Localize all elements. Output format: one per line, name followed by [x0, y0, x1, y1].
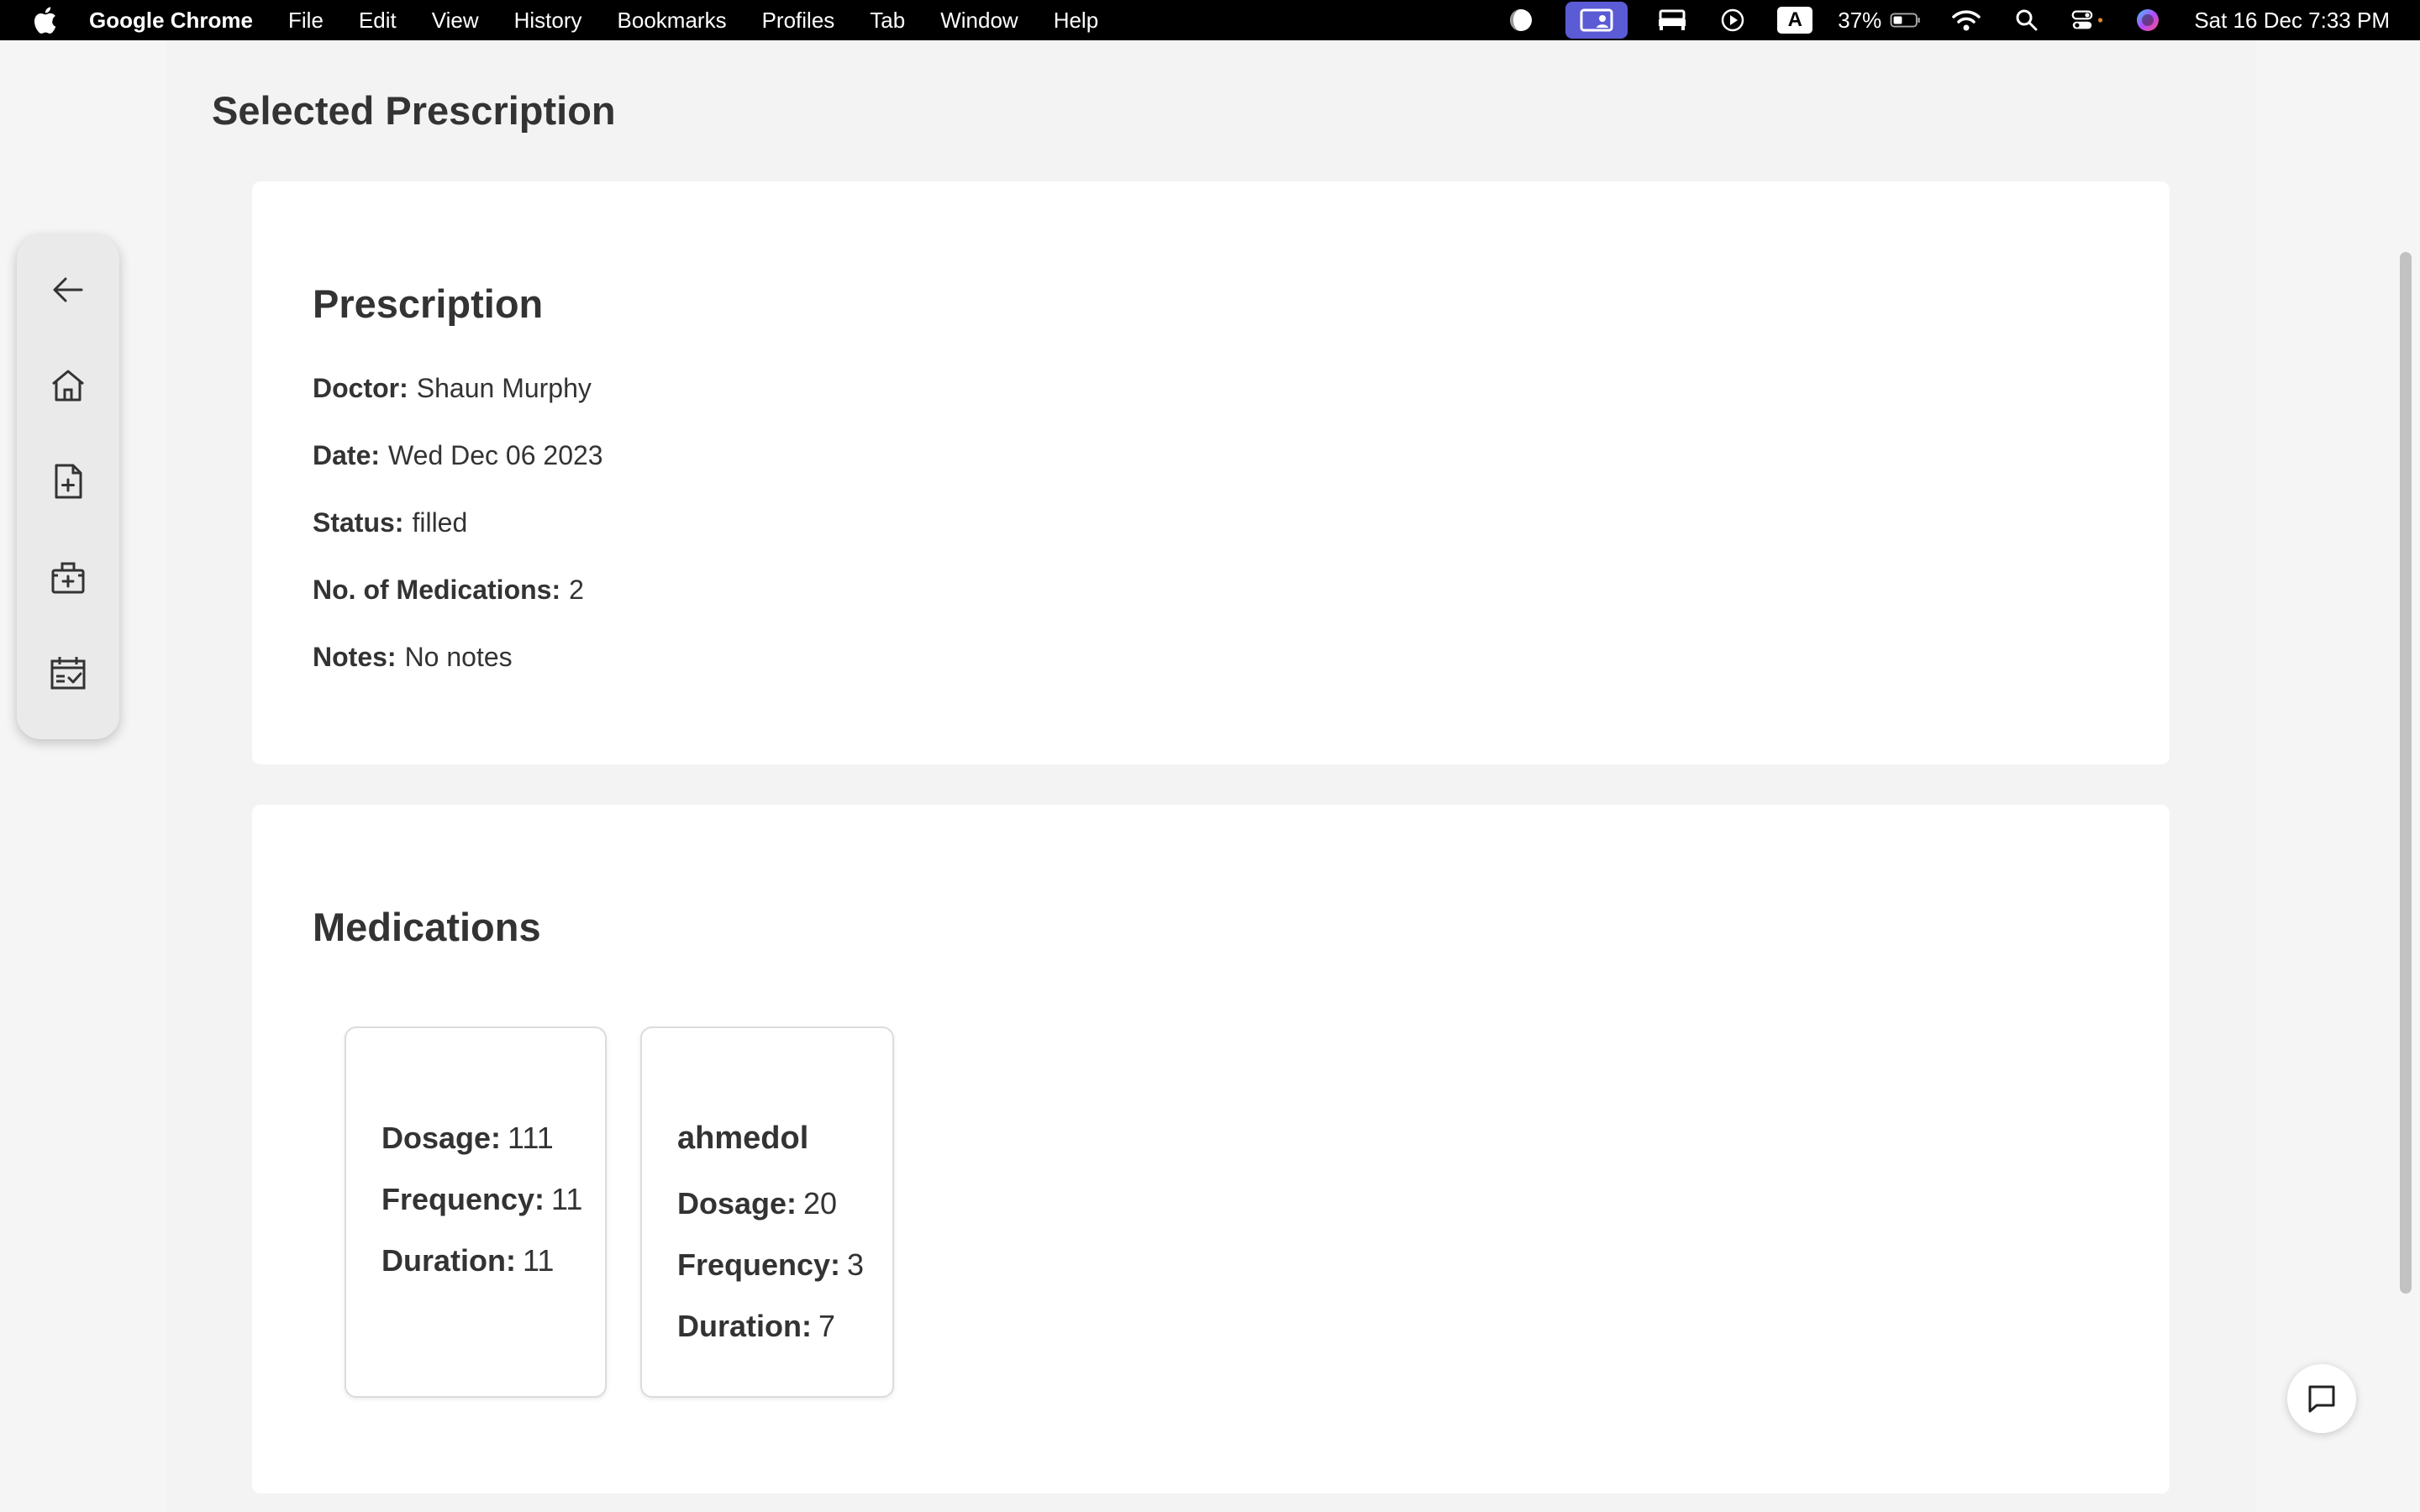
calendar-check-icon	[50, 657, 86, 690]
duration-label: Duration:	[381, 1243, 516, 1278]
medication-card[interactable]: ahmedol Dosage: 20 Frequency: 3 Duration: 7	[640, 1026, 894, 1398]
window-right-gutter	[2255, 40, 2420, 1512]
medication-card[interactable]: Dosage: 111 Frequency: 11 Duration: 11	[345, 1026, 607, 1398]
duration-row: Duration: 7	[677, 1309, 835, 1344]
status-value: filled	[412, 507, 468, 538]
dosage-label: Dosage:	[381, 1121, 502, 1155]
menu-tab[interactable]: Tab	[870, 8, 905, 34]
medical-kit-button[interactable]	[36, 548, 100, 606]
battery-icon[interactable]	[1890, 4, 1922, 36]
date-field: Date: Wed Dec 06 2023	[313, 440, 603, 471]
doctor-value: Shaun Murphy	[416, 373, 592, 403]
medication-count-label: No. of Medications:	[313, 575, 561, 605]
add-document-icon	[55, 464, 82, 499]
frequency-row: Frequency: 11	[381, 1182, 582, 1217]
status-field: Status: filled	[313, 507, 467, 538]
menu-help[interactable]: Help	[1054, 8, 1098, 34]
doctor-label: Doctor:	[313, 373, 408, 403]
date-value: Wed Dec 06 2023	[388, 440, 603, 470]
chat-bubble-icon	[2308, 1385, 2335, 1413]
duration-value: 11	[522, 1243, 555, 1278]
date-label: Date:	[313, 440, 381, 470]
play-circle-icon[interactable]	[1717, 4, 1749, 36]
control-center-icon[interactable]	[2071, 4, 2103, 36]
medications-card: Medications Dosage: 111 Frequency: 11 Dura…	[252, 805, 2170, 1494]
macos-menubar: Google Chrome File Edit View History Boo…	[0, 0, 2420, 40]
notes-field: Notes: No notes	[313, 642, 513, 673]
menu-app-name[interactable]: Google Chrome	[89, 8, 253, 34]
home-icon	[52, 370, 84, 402]
menu-file[interactable]: File	[288, 8, 324, 34]
appointments-button[interactable]	[36, 643, 100, 702]
screen-share-icon[interactable]	[1565, 2, 1628, 39]
menu-history[interactable]: History	[514, 8, 582, 34]
prescription-heading: Prescription	[313, 281, 544, 326]
dosage-value: 111	[508, 1121, 554, 1155]
frequency-label: Frequency:	[677, 1247, 841, 1282]
duration-label: Duration:	[677, 1309, 812, 1343]
frequency-value: 3	[847, 1247, 865, 1282]
wifi-icon[interactable]	[1950, 4, 1982, 36]
menu-view[interactable]: View	[432, 8, 479, 34]
frequency-label: Frequency:	[381, 1182, 545, 1216]
scrollbar-thumb[interactable]	[2400, 252, 2412, 1294]
home-button[interactable]	[36, 356, 100, 415]
dosage-label: Dosage:	[677, 1186, 797, 1221]
notes-value: No notes	[404, 642, 513, 672]
menu-profiles[interactable]: Profiles	[762, 8, 835, 34]
duration-row: Duration: 11	[381, 1243, 554, 1278]
dosage-value: 20	[803, 1186, 838, 1221]
input-source-icon[interactable]: A	[1777, 7, 1813, 34]
siri-icon[interactable]	[2132, 4, 2164, 36]
medication-name: ahmedol	[677, 1121, 809, 1156]
clock-datetime[interactable]: Sat 16 Dec 7:33 PM	[2194, 8, 2390, 34]
doctor-field: Doctor: Shaun Murphy	[313, 373, 592, 404]
menu-window[interactable]: Window	[940, 8, 1018, 34]
apple-logo-icon[interactable]	[32, 6, 57, 34]
moon-phase-icon[interactable]	[1505, 4, 1537, 36]
page-title: Selected Prescription	[212, 88, 616, 133]
floating-sidebar	[17, 235, 119, 739]
notes-label: Notes:	[313, 642, 397, 672]
dosage-row: Dosage: 111	[381, 1121, 554, 1156]
medical-kit-icon	[51, 562, 85, 594]
prescription-card: Prescription Doctor: Shaun Murphy Date: We…	[252, 181, 2170, 764]
bed-icon[interactable]	[1656, 4, 1688, 36]
menu-edit[interactable]: Edit	[359, 8, 397, 34]
medications-heading: Medications	[313, 905, 541, 949]
menu-bookmarks[interactable]: Bookmarks	[618, 8, 727, 34]
back-arrow-icon	[53, 277, 83, 302]
status-area: A 37% Sat 16 Dec 7:33 PM	[1476, 0, 2390, 40]
medication-count-value: 2	[569, 575, 584, 605]
new-prescription-button[interactable]	[36, 452, 100, 511]
spotlight-search-icon[interactable]	[2011, 4, 2043, 36]
medication-count-field: No. of Medications: 2	[313, 575, 584, 606]
back-button[interactable]	[36, 260, 100, 319]
battery-percent: 37%	[1838, 7, 1882, 33]
duration-value: 7	[818, 1309, 836, 1343]
chat-button[interactable]	[2287, 1364, 2356, 1433]
frequency-row: Frequency: 3	[677, 1247, 864, 1283]
status-label: Status:	[313, 507, 404, 538]
frequency-value: 11	[551, 1182, 583, 1216]
dosage-row: Dosage: 20	[677, 1186, 837, 1221]
